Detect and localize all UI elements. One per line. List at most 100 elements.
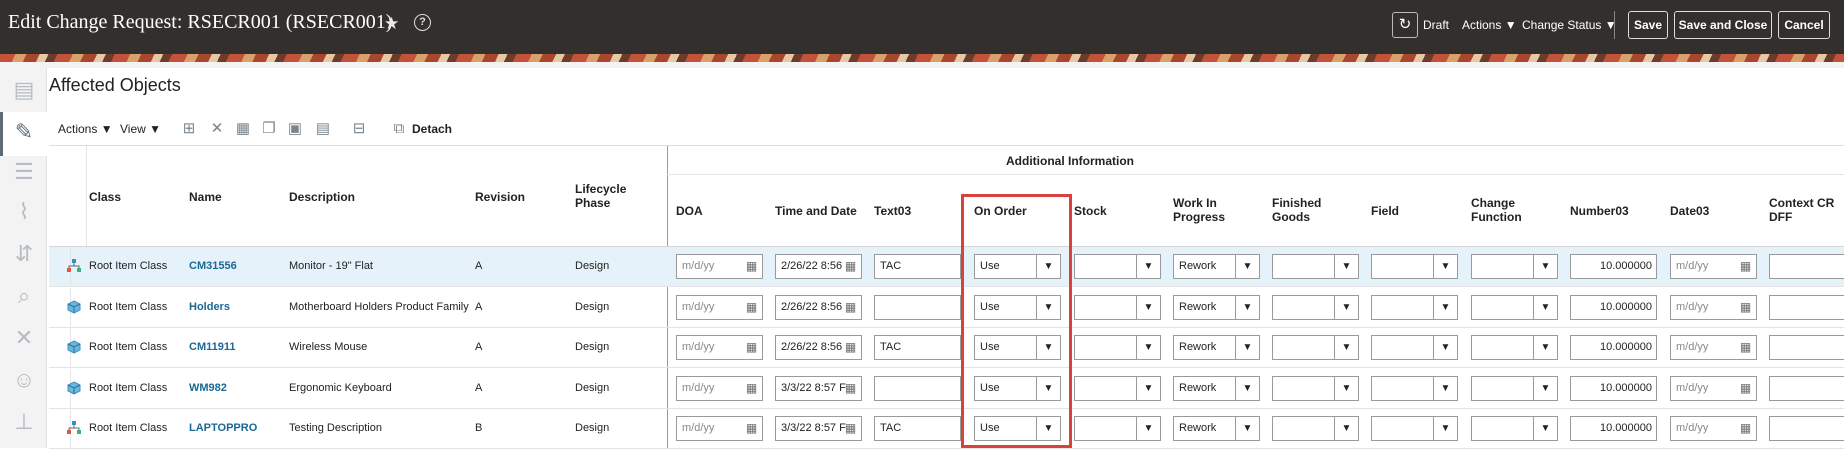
add-row-icon[interactable]: ⊞ [180,120,198,138]
help-icon[interactable]: ? [414,14,431,31]
context-cr-dff-input[interactable] [1769,295,1844,320]
doa-date-input[interactable]: m/d/yy ▦ [676,254,763,279]
col-finished-goods[interactable]: Finished Goods [1272,196,1321,224]
stock-select[interactable]: ▼ [1074,335,1161,360]
col-doa[interactable]: DOA [676,204,703,218]
toolbar-actions-menu[interactable]: Actions ▼ [58,122,113,136]
cell-name-link[interactable]: Holders [189,301,230,313]
number03-input[interactable]: 10.000000 [1570,335,1657,360]
col-lifecycle-phase[interactable]: Lifecycle Phase [575,182,626,210]
cell-name-link[interactable]: WM982 [189,382,227,394]
col-stock[interactable]: Stock [1074,204,1107,218]
calendar-icon[interactable]: ▦ [842,380,859,397]
context-cr-dff-input[interactable] [1769,254,1844,279]
date03-input[interactable]: m/d/yy ▦ [1670,376,1757,401]
toolbar-view-menu[interactable]: View ▼ [120,122,161,136]
time-and-date-input[interactable]: 3/3/22 8:57 F ▦ [775,416,862,441]
text03-input[interactable]: TAC [874,416,961,441]
finished-goods-select[interactable]: ▼ [1272,254,1359,279]
context-cr-dff-input[interactable] [1769,335,1844,360]
chevron-down-icon[interactable]: ▼ [1433,255,1457,278]
change-function-select[interactable]: ▼ [1471,254,1558,279]
col-time-and-date[interactable]: Time and Date [775,204,857,218]
number03-input[interactable]: 10.000000 [1570,376,1657,401]
time-and-date-input[interactable]: 2/26/22 8:56 ▦ [775,254,862,279]
paste-icon[interactable]: ▣ [286,120,304,138]
chevron-down-icon[interactable]: ▼ [1235,296,1259,319]
cell-name-link[interactable]: LAPTOPPRO [189,422,257,434]
field-select[interactable]: ▼ [1371,416,1458,441]
date03-input[interactable]: m/d/yy ▦ [1670,254,1757,279]
search-document-icon[interactable]: ⌕ [9,282,39,310]
col-field[interactable]: Field [1371,204,1399,218]
calendar-icon[interactable]: ▦ [842,258,859,275]
favorite-star-icon[interactable]: ★ [384,14,399,34]
finished-goods-select[interactable]: ▼ [1272,376,1359,401]
context-cr-dff-input[interactable] [1769,376,1844,401]
delete-icon[interactable]: ✕ [208,120,226,138]
field-select[interactable]: ▼ [1371,295,1458,320]
chevron-down-icon[interactable]: ▼ [1136,377,1160,400]
refresh-icon[interactable]: ↻ [1392,12,1418,38]
col-number03[interactable]: Number03 [1570,204,1629,218]
calendar-icon[interactable]: ▦ [1737,299,1754,316]
col-date03[interactable]: Date03 [1670,204,1709,218]
chevron-down-icon[interactable]: ▼ [1533,417,1557,440]
checklist-icon[interactable]: ☰ [9,158,39,186]
chevron-down-icon[interactable]: ▼ [1235,417,1259,440]
table-row[interactable]: Root Item Class LAPTOPPRO Testing Descri… [49,409,1844,449]
chevron-down-icon[interactable]: ▼ [1334,255,1358,278]
filter-icon[interactable]: ⊟ [350,120,368,138]
cell-name-link[interactable]: CM11911 [189,341,235,353]
calendar-icon[interactable]: ▦ [842,299,859,316]
change-function-select[interactable]: ▼ [1471,376,1558,401]
chevron-down-icon[interactable]: ▼ [1334,417,1358,440]
chevron-down-icon[interactable]: ▼ [1235,336,1259,359]
calendar-icon[interactable]: ▦ [743,299,760,316]
text03-input[interactable] [874,376,961,401]
copy-icon[interactable]: ❐ [260,120,278,138]
context-cr-dff-input[interactable] [1769,416,1844,441]
detach-button[interactable]: Detach [412,122,452,136]
chevron-down-icon[interactable]: ▼ [1334,296,1358,319]
change-function-select[interactable]: ▼ [1471,416,1558,441]
field-select[interactable]: ▼ [1371,335,1458,360]
change-function-select[interactable]: ▼ [1471,335,1558,360]
chevron-down-icon[interactable]: ▼ [1533,336,1557,359]
calendar-icon[interactable]: ▦ [743,258,760,275]
time-and-date-input[interactable]: 3/3/22 8:57 F ▦ [775,376,862,401]
doa-date-input[interactable]: m/d/yy ▦ [676,376,763,401]
chevron-down-icon[interactable]: ▼ [1433,417,1457,440]
workflow-icon[interactable]: ⇵ [9,240,39,268]
table-row[interactable]: Root Item Class CM11911 Wireless Mouse A… [49,328,1844,368]
calendar-icon[interactable]: ▦ [743,339,760,356]
date03-input[interactable]: m/d/yy ▦ [1670,416,1757,441]
chevron-down-icon[interactable]: ▼ [1334,377,1358,400]
chevron-down-icon[interactable]: ▼ [1136,255,1160,278]
text03-input[interactable] [874,295,961,320]
chevron-down-icon[interactable]: ▼ [1433,377,1457,400]
calendar-icon[interactable]: ▦ [842,339,859,356]
cell-name-link[interactable]: CM31556 [189,260,237,272]
affected-objects-icon[interactable]: ✎ [9,118,39,146]
save-button[interactable]: Save [1628,11,1668,39]
calendar-icon[interactable]: ▦ [1737,420,1754,437]
field-select[interactable]: ▼ [1371,254,1458,279]
number03-input[interactable]: 10.000000 [1570,254,1657,279]
finished-goods-select[interactable]: ▼ [1272,416,1359,441]
work-in-progress-select[interactable]: Rework ▼ [1173,295,1260,320]
number03-input[interactable]: 10.000000 [1570,416,1657,441]
edit-icon[interactable]: ▦ [234,120,252,138]
doa-date-input[interactable]: m/d/yy ▦ [676,416,763,441]
work-in-progress-select[interactable]: Rework ▼ [1173,376,1260,401]
text03-input[interactable]: TAC [874,254,961,279]
change-function-select[interactable]: ▼ [1471,295,1558,320]
attachment-icon[interactable]: ⌇ [9,198,39,226]
save-and-close-button[interactable]: Save and Close [1674,11,1772,39]
col-change-function[interactable]: Change Function [1471,196,1522,224]
col-revision[interactable]: Revision [475,190,525,204]
work-in-progress-select[interactable]: Rework ▼ [1173,335,1260,360]
col-work-in-progress[interactable]: Work In Progress [1173,196,1225,224]
chevron-down-icon[interactable]: ▼ [1433,296,1457,319]
work-in-progress-select[interactable]: Rework ▼ [1173,416,1260,441]
